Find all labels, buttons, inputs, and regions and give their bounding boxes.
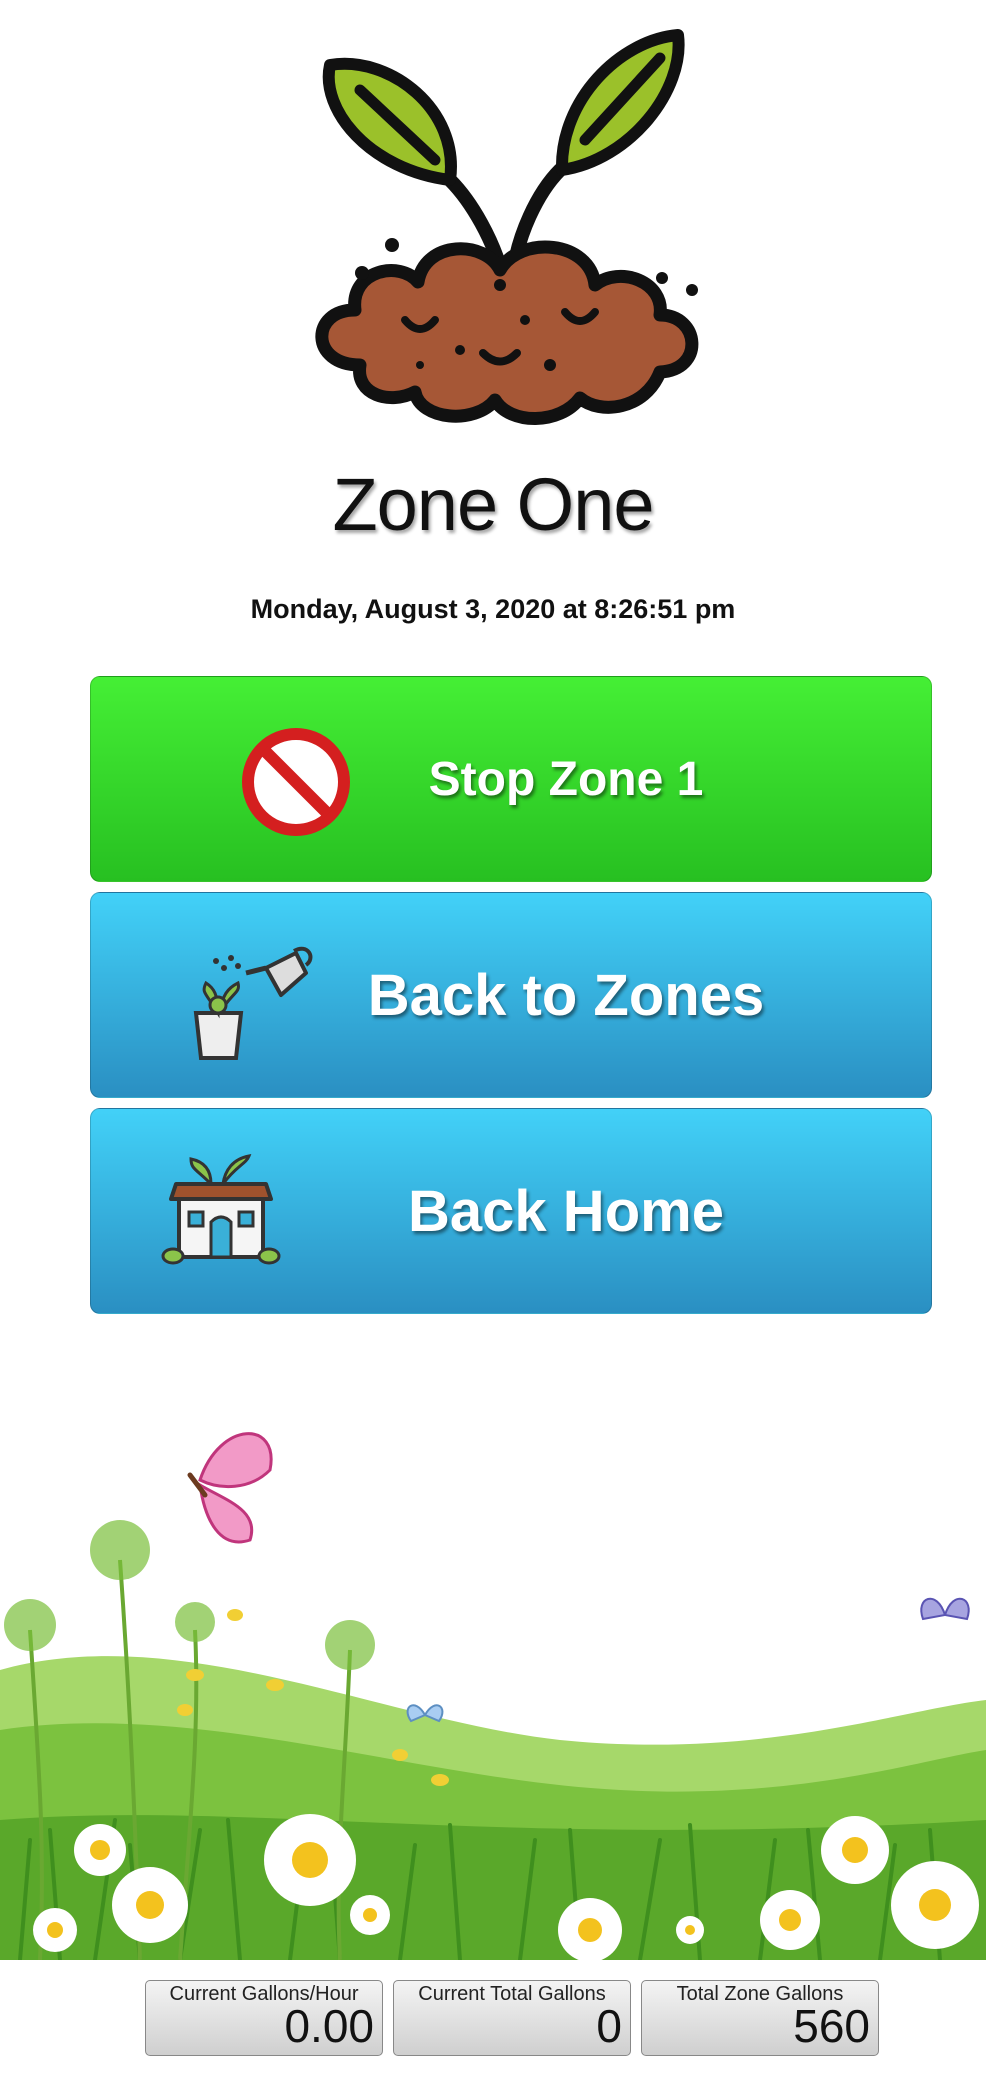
meter-value: 0.00 — [284, 2000, 374, 2052]
meter-value: 560 — [793, 2000, 870, 2052]
stop-zone-label: Stop Zone 1 — [428, 752, 704, 806]
current-total-gallons-meter: Current Total Gallons 0 — [393, 1980, 631, 2056]
current-gallons-per-hour-meter: Current Gallons/Hour 0.00 — [145, 1980, 383, 2056]
stop-zone-button[interactable]: Stop Zone 1 — [90, 676, 932, 882]
sprout-logo-icon — [300, 20, 720, 430]
back-to-zones-label: Back to Zones — [367, 962, 765, 1028]
total-zone-gallons-meter: Total Zone Gallons 560 — [641, 1980, 879, 2056]
meter-label: Current Total Gallons — [418, 1983, 606, 2005]
back-to-zones-button[interactable]: Back to Zones — [90, 892, 932, 1098]
page-title: Zone One — [332, 463, 654, 546]
current-datetime: Monday, August 3, 2020 at 8:26:51 pm — [250, 594, 736, 624]
back-home-button[interactable]: Back Home — [90, 1108, 932, 1314]
meadow-illustration — [0, 1400, 986, 1962]
meter-value: 0 — [596, 2000, 622, 2052]
back-home-label: Back Home — [408, 1178, 724, 1244]
